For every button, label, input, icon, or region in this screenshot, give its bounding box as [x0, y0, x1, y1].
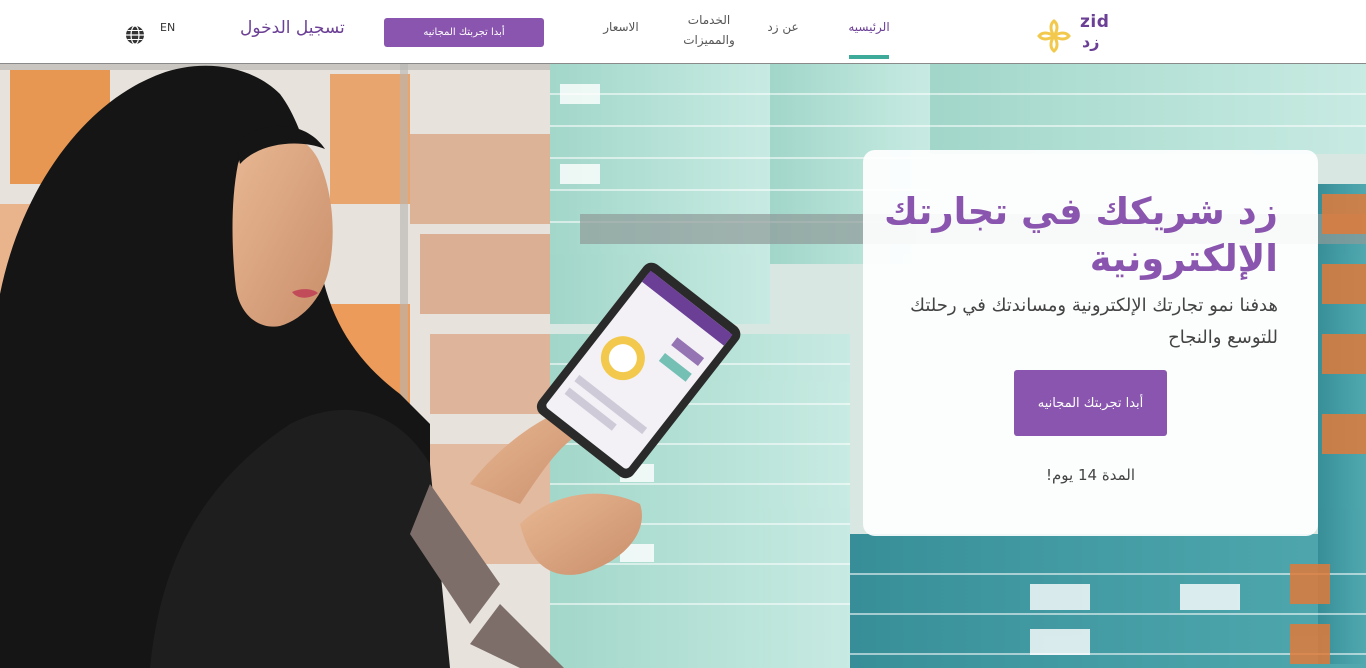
hero-card: زد شريكك في تجارتك الإلكترونية هدفنا نمو… [863, 150, 1318, 536]
login-link[interactable]: تسجيل الدخول [240, 18, 345, 38]
site-header: EN تسجيل الدخول أبدا تجربتك المجانيه الا… [0, 0, 1366, 64]
nav-item-about[interactable]: عن زد [764, 17, 802, 37]
nav-services-line2: والمميزات [683, 33, 735, 47]
hero-free-trial-button[interactable]: أبدا تجربتك المجانيه [1014, 370, 1167, 436]
nav-item-home[interactable]: الرئيسيه [844, 17, 894, 37]
hero-section: زد شريكك في تجارتك الإلكترونية هدفنا نمو… [0, 64, 1366, 668]
nav-active-indicator [849, 55, 889, 59]
globe-icon[interactable] [125, 25, 145, 45]
trial-duration-note: !المدة 14 يوم [1045, 466, 1135, 484]
nav-services-line1: الخدمات [687, 13, 731, 27]
header-free-trial-button[interactable]: أبدا تجربتك المجانيه [384, 18, 544, 47]
nav-item-pricing[interactable]: الاسعار [594, 17, 648, 37]
nav-item-services[interactable]: الخدمات والمميزات [676, 10, 742, 50]
hero-title: زد شريكك في تجارتك الإلكترونية [884, 190, 1278, 280]
language-toggle[interactable]: EN [160, 21, 175, 34]
zid-logo[interactable]: zid زد [1036, 12, 1116, 56]
hero-subtitle: هدفنا نمو تجارتك الإلكترونية ومساندتك في… [910, 295, 1278, 348]
logo-text-arabic: زد [1082, 32, 1100, 51]
zid-flower-logo-icon [1037, 19, 1071, 53]
logo-text-latin: zid [1080, 12, 1110, 32]
